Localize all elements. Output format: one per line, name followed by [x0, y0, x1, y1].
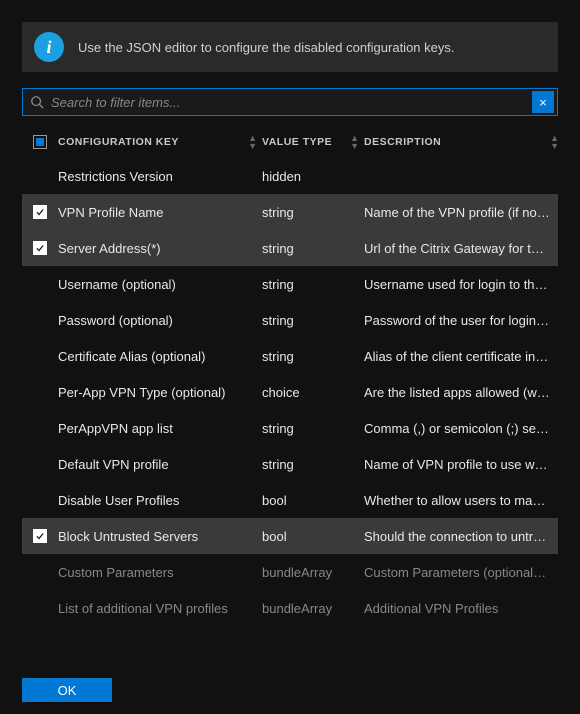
- ok-button[interactable]: OK: [22, 678, 112, 702]
- row-checkbox[interactable]: [22, 565, 58, 579]
- cell-description: Are the listed apps allowed (whitelist) …: [364, 385, 558, 400]
- info-icon: i: [34, 32, 64, 62]
- cell-value-type: bool: [262, 529, 364, 544]
- sort-icon: ▲▼: [550, 134, 558, 150]
- table-row[interactable]: Default VPN profilestringName of VPN pro…: [22, 446, 558, 482]
- cell-value-type: string: [262, 205, 364, 220]
- row-checkbox[interactable]: [22, 313, 58, 327]
- row-checkbox[interactable]: [22, 241, 58, 255]
- info-bar: i Use the JSON editor to configure the d…: [22, 22, 558, 72]
- cell-value-type: bundleArray: [262, 565, 364, 580]
- sort-icon: ▲▼: [350, 134, 358, 150]
- table-row[interactable]: Username (optional)stringUsername used f…: [22, 266, 558, 302]
- row-checkbox[interactable]: [22, 457, 58, 471]
- cell-description: Should the connection to untrusted serve…: [364, 529, 558, 544]
- row-checkbox[interactable]: [22, 601, 58, 615]
- cell-config-key: Certificate Alias (optional): [58, 349, 262, 364]
- search-input[interactable]: [51, 91, 529, 114]
- column-header-type[interactable]: VALUE TYPE ▲▼: [262, 134, 364, 150]
- cell-value-type: string: [262, 349, 364, 364]
- cell-value-type: bool: [262, 493, 364, 508]
- cell-config-key: List of additional VPN profiles: [58, 601, 262, 616]
- column-header-desc[interactable]: DESCRIPTION ▲▼: [364, 134, 558, 150]
- column-header-type-label: VALUE TYPE: [262, 136, 332, 148]
- column-header-desc-label: DESCRIPTION: [364, 136, 441, 148]
- cell-description: Name of the VPN profile (if not set, ser…: [364, 205, 558, 220]
- cell-config-key: PerAppVPN app list: [58, 421, 262, 436]
- table-row[interactable]: List of additional VPN profilesbundleArr…: [22, 590, 558, 626]
- row-checkbox[interactable]: [22, 421, 58, 435]
- table-body: Restrictions VersionhiddenVPN Profile Na…: [22, 158, 558, 626]
- sort-icon: ▲▼: [248, 134, 256, 150]
- cell-value-type: string: [262, 457, 364, 472]
- cell-description: Custom Parameters (optional). Additional…: [364, 565, 558, 580]
- table-row[interactable]: Restrictions Versionhidden: [22, 158, 558, 194]
- table-row[interactable]: Certificate Alias (optional)stringAlias …: [22, 338, 558, 374]
- cell-description: Password of the user for login to the ga…: [364, 313, 558, 328]
- row-checkbox[interactable]: [22, 205, 58, 219]
- table-row[interactable]: Password (optional)stringPassword of the…: [22, 302, 558, 338]
- cell-config-key: Default VPN profile: [58, 457, 262, 472]
- search-field[interactable]: ×: [22, 88, 558, 116]
- select-all-checkbox[interactable]: [22, 135, 58, 149]
- row-checkbox[interactable]: [22, 529, 58, 543]
- table-row[interactable]: Per-App VPN Type (optional)choiceAre the…: [22, 374, 558, 410]
- cell-config-key: Server Address(*): [58, 241, 262, 256]
- row-checkbox[interactable]: [22, 493, 58, 507]
- cell-value-type: choice: [262, 385, 364, 400]
- cell-value-type: string: [262, 421, 364, 436]
- cell-value-type: string: [262, 241, 364, 256]
- footer: OK: [22, 678, 112, 702]
- cell-description: Name of VPN profile to use when always-o…: [364, 457, 558, 472]
- cell-description: Username used for login to the gateway: [364, 277, 558, 292]
- table-row[interactable]: Block Untrusted ServersboolShould the co…: [22, 518, 558, 554]
- column-header-key[interactable]: CONFIGURATION KEY ▲▼: [58, 134, 262, 150]
- table-row[interactable]: VPN Profile NamestringName of the VPN pr…: [22, 194, 558, 230]
- cell-config-key: Block Untrusted Servers: [58, 529, 262, 544]
- cell-value-type: string: [262, 313, 364, 328]
- cell-description: Url of the Citrix Gateway for the VPN pr…: [364, 241, 558, 256]
- table-row[interactable]: Custom ParametersbundleArrayCustom Param…: [22, 554, 558, 590]
- cell-value-type: bundleArray: [262, 601, 364, 616]
- cell-config-key: Password (optional): [58, 313, 262, 328]
- table-header: CONFIGURATION KEY ▲▼ VALUE TYPE ▲▼ DESCR…: [22, 126, 558, 158]
- row-checkbox[interactable]: [22, 169, 58, 183]
- column-header-key-label: CONFIGURATION KEY: [58, 136, 179, 148]
- info-message: Use the JSON editor to configure the dis…: [78, 40, 455, 55]
- cell-value-type: string: [262, 277, 364, 292]
- cell-value-type: hidden: [262, 169, 364, 184]
- config-table: CONFIGURATION KEY ▲▼ VALUE TYPE ▲▼ DESCR…: [22, 126, 558, 626]
- cell-description: Comma (,) or semicolon (;) separated lis…: [364, 421, 558, 436]
- cell-description: Whether to allow users to manually add p…: [364, 493, 558, 508]
- clear-search-button[interactable]: ×: [532, 91, 554, 113]
- config-panel: i Use the JSON editor to configure the d…: [0, 0, 580, 626]
- cell-config-key: Username (optional): [58, 277, 262, 292]
- cell-config-key: VPN Profile Name: [58, 205, 262, 220]
- search-icon: [23, 95, 51, 109]
- row-checkbox[interactable]: [22, 385, 58, 399]
- cell-config-key: Restrictions Version: [58, 169, 262, 184]
- cell-config-key: Per-App VPN Type (optional): [58, 385, 262, 400]
- cell-description: Alias of the client certificate installe…: [364, 349, 558, 364]
- cell-config-key: Custom Parameters: [58, 565, 262, 580]
- table-row[interactable]: PerAppVPN app liststringComma (,) or sem…: [22, 410, 558, 446]
- cell-config-key: Disable User Profiles: [58, 493, 262, 508]
- row-checkbox[interactable]: [22, 277, 58, 291]
- cell-description: Additional VPN Profiles: [364, 601, 558, 616]
- table-row[interactable]: Server Address(*)stringUrl of the Citrix…: [22, 230, 558, 266]
- table-row[interactable]: Disable User ProfilesboolWhether to allo…: [22, 482, 558, 518]
- row-checkbox[interactable]: [22, 349, 58, 363]
